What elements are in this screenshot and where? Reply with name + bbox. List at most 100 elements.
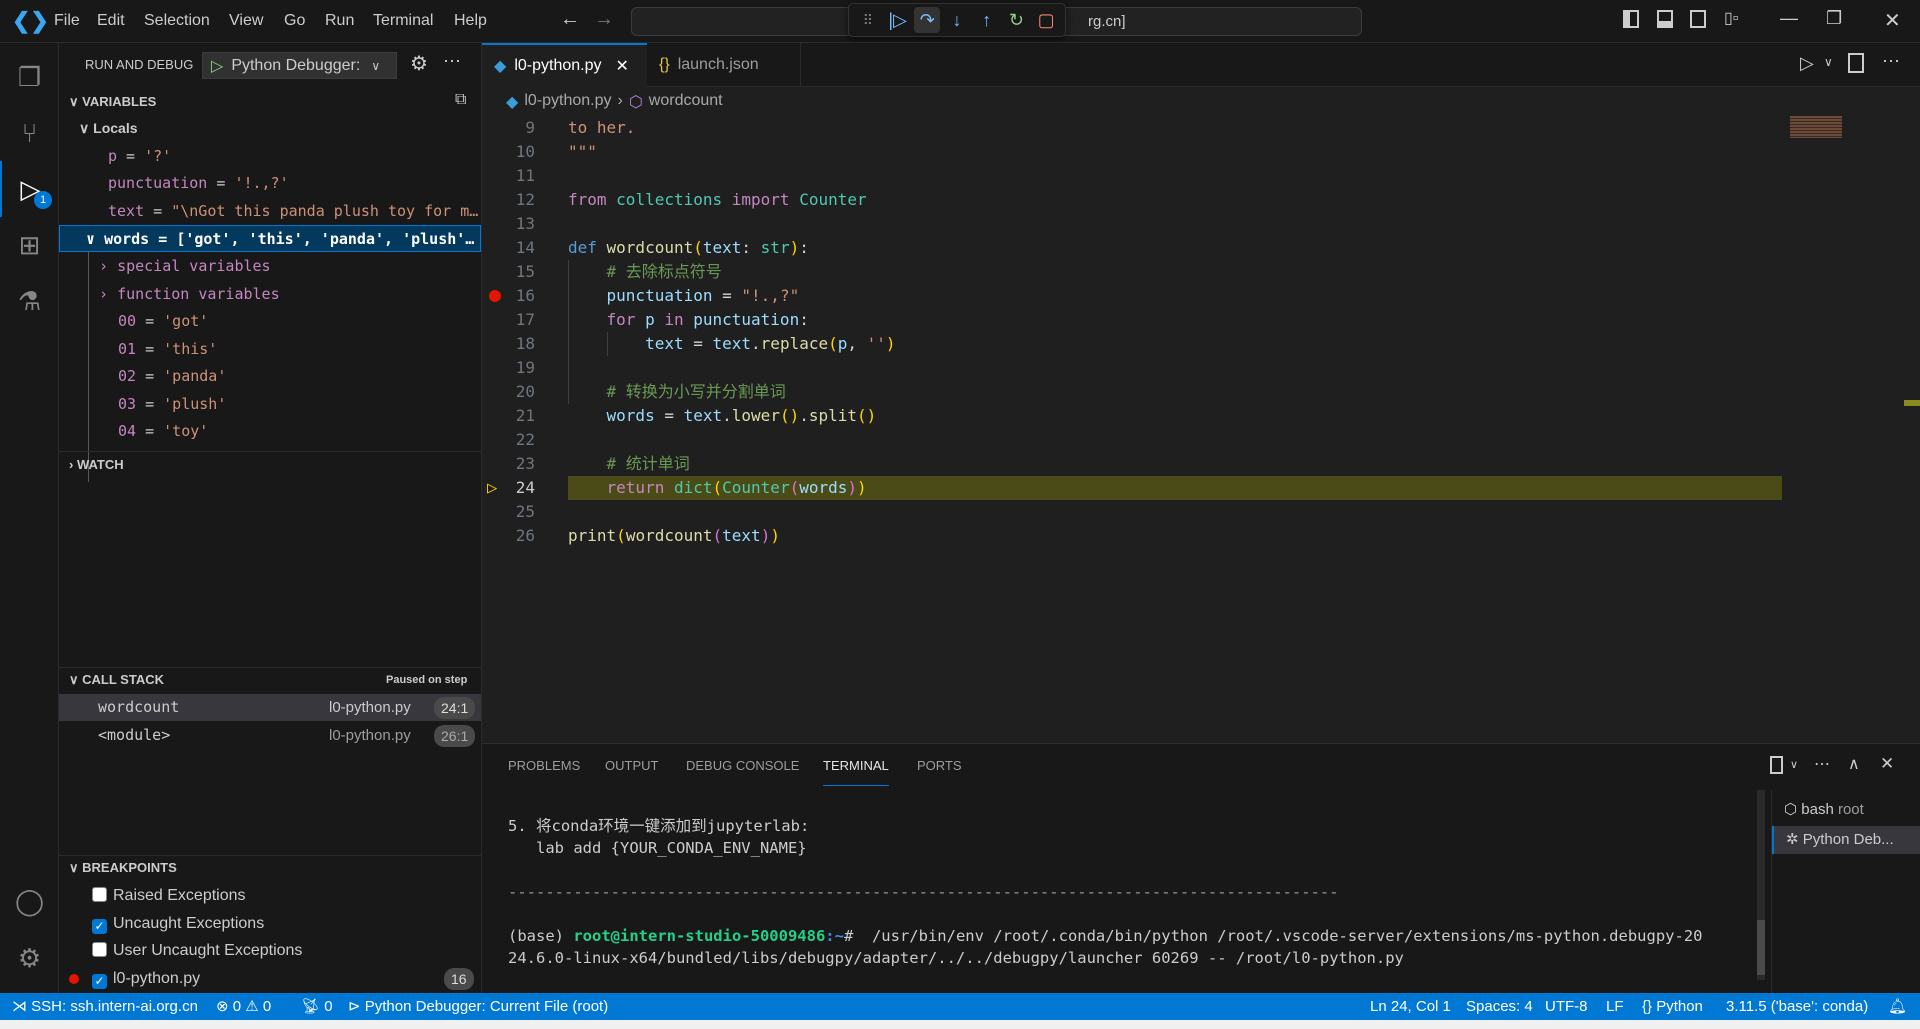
restore-icon[interactable]: ❐ — [1826, 8, 1842, 29]
checkbox[interactable] — [92, 887, 107, 902]
variable-row[interactable]: punctuation = '!.,?' — [59, 170, 481, 197]
code-line[interactable]: 20 # 转换为小写并分割单词 — [482, 380, 1782, 404]
breadcrumb-symbol[interactable]: wordcount — [649, 92, 723, 112]
tab-ports[interactable]: PORTS — [917, 758, 962, 786]
problems-indicator[interactable]: ⊗ 0 ⚠ 0 — [216, 993, 271, 1020]
code-line[interactable]: 24 ▷ return dict(Counter(words)) — [482, 476, 1782, 500]
checkbox[interactable] — [92, 942, 107, 957]
breadcrumb-file[interactable]: l0-python.py — [524, 92, 611, 112]
terminal-item-bash[interactable]: ⬡ bash root — [1772, 796, 1920, 824]
variables-header[interactable]: ∨ VARIABLES — [59, 89, 482, 115]
minimap[interactable] — [1790, 116, 1842, 138]
locals-scope[interactable]: ∨ Locals — [59, 115, 481, 142]
extensions-icon[interactable]: ⊞ — [0, 217, 59, 273]
code-line[interactable]: 12 from collections import Counter — [482, 188, 1782, 212]
debug-config-select[interactable]: ▷ Python Debugger: ∨ — [202, 52, 397, 79]
code-line[interactable]: 16 punctuation = "!.,?" — [482, 284, 1782, 308]
variable-row[interactable]: p = '?' — [59, 143, 481, 170]
tab-launch-json[interactable]: {} launch.json — [647, 43, 801, 87]
cursor-position[interactable]: Ln 24, Col 1 — [1370, 993, 1451, 1020]
indentation[interactable]: Spaces: 4 — [1466, 993, 1533, 1020]
menu-help[interactable]: Help — [454, 12, 487, 30]
step-out-icon[interactable]: ↑ — [974, 7, 1000, 33]
gear-icon[interactable]: ⚙ — [410, 51, 428, 76]
tab-l0-python[interactable]: ◆ l0-python.py ✕ — [482, 43, 647, 87]
more-actions-icon[interactable]: ⋯ — [1814, 754, 1830, 774]
stack-frame[interactable]: <module> l0-python.py 26:1 — [59, 722, 481, 749]
terminal-scrollbar[interactable] — [1757, 790, 1765, 980]
customize-layout-icon[interactable]: ▯▫ — [1724, 8, 1738, 28]
close-window-icon[interactable]: ✕ — [1884, 8, 1901, 33]
stack-frame[interactable]: wordcount l0-python.py 24:1 — [59, 694, 481, 721]
code-line[interactable]: 14 def wordcount(text: str): — [482, 236, 1782, 260]
tab-terminal[interactable]: TERMINAL — [823, 758, 889, 786]
close-tab-icon[interactable]: ✕ — [615, 56, 628, 76]
special-variables-node[interactable]: › special variables — [59, 253, 481, 280]
tab-problems[interactable]: PROBLEMS — [508, 758, 580, 786]
tab-output[interactable]: OUTPUT — [605, 758, 658, 786]
notifications-bell-icon[interactable]: 🔔︎ — [1888, 993, 1907, 1020]
array-item-row[interactable]: 03 = 'plush' — [59, 391, 481, 418]
more-actions-icon[interactable]: ⋯ — [1882, 51, 1900, 72]
breakpoint-icon[interactable] — [489, 290, 501, 302]
breakpoint-item[interactable]: ✓ Uncaught Exceptions — [59, 910, 481, 937]
watch-header[interactable]: › WATCH — [59, 452, 482, 478]
minimize-icon[interactable]: — — [1780, 8, 1798, 29]
menu-run[interactable]: Run — [325, 12, 354, 30]
code-line[interactable]: 15 # 去除标点符号 — [482, 260, 1782, 284]
step-over-icon[interactable]: ↷ — [914, 7, 941, 33]
menu-terminal[interactable]: Terminal — [373, 12, 433, 30]
checkbox-checked[interactable]: ✓ — [92, 919, 107, 934]
terminal-item-python-debugger[interactable]: ✲ Python Deb... — [1772, 826, 1920, 854]
variable-row[interactable]: text = "\nGot this panda plush toy for m… — [59, 198, 481, 225]
code-line[interactable]: 9 to her. — [482, 116, 1782, 140]
forward-arrow-icon[interactable]: → — [594, 8, 614, 31]
accounts-icon[interactable]: ◯ — [0, 873, 59, 929]
language-mode[interactable]: {} Python — [1642, 993, 1703, 1020]
code-line[interactable]: 10 """ — [482, 140, 1782, 164]
code-line[interactable]: 23 # 统计单词 — [482, 452, 1782, 476]
menu-go[interactable]: Go — [284, 12, 305, 30]
ports-indicator[interactable]: 📡︎ 0 — [301, 993, 333, 1020]
breakpoint-item[interactable]: Raised Exceptions — [59, 882, 481, 909]
more-actions-icon[interactable]: ⋯ — [443, 51, 461, 72]
close-panel-icon[interactable]: ✕ — [1880, 754, 1894, 774]
manage-gear-icon[interactable]: ⚙ — [0, 930, 59, 986]
code-line[interactable]: 18 text = text.replace(p, '') — [482, 332, 1782, 356]
stop-icon[interactable]: ▢ — [1033, 7, 1059, 33]
continue-icon[interactable]: |▷ — [885, 7, 911, 33]
code-line[interactable]: 22 — [482, 428, 1782, 452]
restart-icon[interactable]: ↻ — [1004, 7, 1030, 33]
run-file-icon[interactable]: ▷ — [1800, 53, 1814, 74]
back-arrow-icon[interactable]: ← — [560, 8, 580, 31]
code-line[interactable]: 11 — [482, 164, 1782, 188]
menu-file[interactable]: File — [54, 12, 80, 30]
collapse-all-icon[interactable]: ⧉ — [455, 91, 466, 109]
breakpoint-item[interactable]: ✓ l0-python.py 16 — [59, 965, 481, 992]
tab-debug-console[interactable]: DEBUG CONSOLE — [686, 758, 799, 786]
code-line[interactable]: 19 — [482, 356, 1782, 380]
python-interpreter[interactable]: 3.11.5 ('base': conda) — [1726, 993, 1868, 1020]
run-debug-icon[interactable]: ▷ 1 — [0, 161, 59, 217]
code-line[interactable]: 21 words = text.lower().split() — [482, 404, 1782, 428]
encoding[interactable]: UTF-8 — [1545, 993, 1588, 1020]
toggle-primary-sidebar-icon[interactable] — [1623, 10, 1639, 28]
array-item-row[interactable]: 00 = 'got' — [59, 308, 481, 335]
split-editor-icon[interactable] — [1848, 53, 1864, 73]
start-debugging-icon[interactable]: ▷ — [203, 56, 231, 76]
breakpoint-item[interactable]: User Uncaught Exceptions — [59, 937, 481, 964]
array-item-row[interactable]: 04 = 'toy' — [59, 418, 481, 445]
maximize-panel-icon[interactable]: ∧ — [1848, 754, 1860, 774]
chevron-down-icon[interactable]: ∨ — [1824, 55, 1833, 69]
grip-icon[interactable]: ⠿ — [855, 7, 881, 33]
menu-view[interactable]: View — [229, 12, 263, 30]
menu-edit[interactable]: Edit — [97, 12, 125, 30]
chevron-down-icon[interactable]: ∨ — [1790, 758, 1798, 771]
code-line[interactable]: 13 — [482, 212, 1782, 236]
source-control-icon[interactable]: ⑂ — [0, 105, 59, 161]
code-line[interactable]: 25 — [482, 500, 1782, 524]
code-line[interactable]: 17 for p in punctuation: — [482, 308, 1782, 332]
remote-indicator[interactable]: ⋊ SSH: ssh.intern-ai.org.cn — [12, 993, 198, 1020]
explorer-icon[interactable]: ❐ — [0, 49, 59, 105]
split-terminal-icon[interactable] — [1770, 756, 1783, 774]
